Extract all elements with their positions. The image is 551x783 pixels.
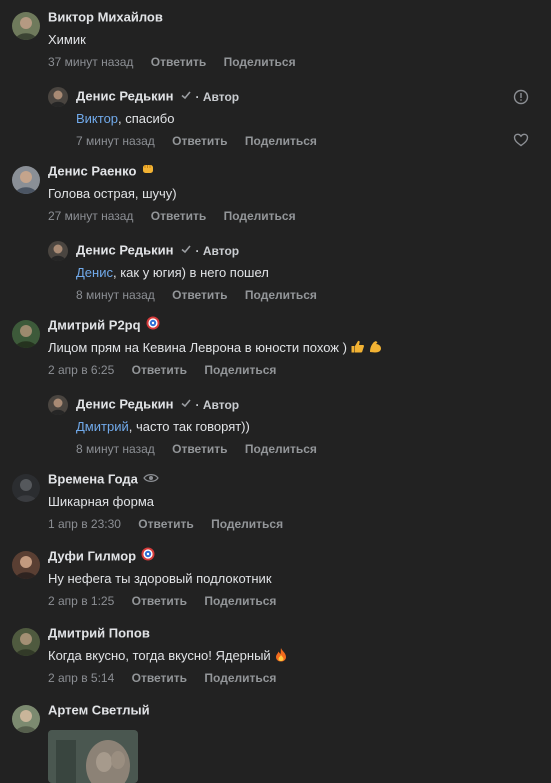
share-button[interactable]: Поделиться: [245, 134, 317, 148]
comment-text: Лицом прям на Кевина Леврона в юности по…: [48, 339, 551, 357]
reply-button[interactable]: Ответить: [138, 517, 193, 531]
avatar[interactable]: [12, 551, 40, 579]
comment-author[interactable]: Времена Года: [48, 470, 551, 488]
avatar[interactable]: [48, 395, 68, 415]
comment-author[interactable]: Денис Раенко: [48, 162, 551, 180]
flexed-biceps-emoji-icon: [368, 339, 383, 359]
comment-time[interactable]: 2 апр в 5:14: [48, 671, 114, 685]
comment-time[interactable]: 2 апр в 1:25: [48, 594, 114, 608]
mention-link[interactable]: Виктор: [76, 111, 118, 126]
comment-author[interactable]: Денис Редькин · Автор: [76, 87, 551, 105]
avatar[interactable]: [12, 628, 40, 656]
thumbs-up-emoji-icon: [350, 339, 365, 359]
reply-button[interactable]: Ответить: [132, 594, 187, 608]
like-heart-icon[interactable]: [513, 132, 529, 153]
comment-author[interactable]: Дуфи Гилмор: [48, 547, 551, 565]
verified-check-icon: [180, 242, 192, 260]
eye-emoji-icon: [143, 471, 159, 489]
comment-text: Дмитрий, часто так говорят)): [76, 419, 250, 434]
comment-time[interactable]: 27 минут назад: [48, 209, 133, 223]
share-button[interactable]: Поделиться: [224, 55, 296, 69]
avatar[interactable]: [12, 166, 40, 194]
reply-button[interactable]: Ответить: [132, 671, 187, 685]
verified-check-icon: [180, 396, 192, 414]
avatar[interactable]: [12, 320, 40, 348]
comment-author[interactable]: Артем Светлый: [48, 701, 551, 719]
comment-text: Денис, как у югия) в него пошел: [76, 265, 269, 280]
comment-author[interactable]: Денис Редькин · Автор: [76, 395, 551, 413]
avatar[interactable]: [12, 705, 40, 733]
share-button[interactable]: Поделиться: [245, 288, 317, 302]
fire-emoji-icon: [274, 647, 288, 667]
share-button[interactable]: Поделиться: [204, 594, 276, 608]
comment-time[interactable]: 37 минут назад: [48, 55, 133, 69]
captain-shield-emoji-icon: [146, 316, 160, 335]
captain-shield-emoji-icon: [141, 547, 155, 566]
share-button[interactable]: Поделиться: [204, 363, 276, 377]
reply-button[interactable]: Ответить: [172, 288, 227, 302]
avatar[interactable]: [48, 87, 68, 107]
share-button[interactable]: Поделиться: [245, 442, 317, 456]
comment-author[interactable]: Дмитрий Попов: [48, 624, 551, 642]
comment-author[interactable]: Денис Редькин · Автор: [76, 241, 551, 259]
comment-text: Химик: [48, 32, 86, 47]
mention-link[interactable]: Дмитрий: [76, 419, 129, 434]
comment-time[interactable]: 2 апр в 6:25: [48, 363, 114, 377]
comment-author[interactable]: Дмитрий P2pq: [48, 316, 551, 334]
mention-link[interactable]: Денис: [76, 265, 113, 280]
reply-button[interactable]: Ответить: [151, 55, 206, 69]
avatar[interactable]: [48, 241, 68, 261]
comment-text: Шикарная форма: [48, 494, 154, 509]
avatar[interactable]: [12, 474, 40, 502]
reply-button[interactable]: Ответить: [151, 209, 206, 223]
comment-time[interactable]: 8 минут назад: [76, 442, 155, 456]
reply-button[interactable]: Ответить: [172, 442, 227, 456]
comment-time[interactable]: 7 минут назад: [76, 134, 155, 148]
share-button[interactable]: Поделиться: [211, 517, 283, 531]
comment-text: Голова острая, шучу): [48, 186, 177, 201]
verified-check-icon: [180, 88, 192, 106]
share-button[interactable]: Поделиться: [224, 209, 296, 223]
comment-text: Виктор, спасибо: [76, 111, 175, 126]
avatar[interactable]: [12, 12, 40, 40]
share-button[interactable]: Поделиться: [204, 671, 276, 685]
comment-text: Ну нефега ты здоровый подлокотник: [48, 571, 272, 586]
report-icon[interactable]: [513, 89, 529, 110]
reply-button[interactable]: Ответить: [172, 134, 227, 148]
comment-author[interactable]: Виктор Михайлов: [48, 8, 551, 26]
fist-emoji-icon: [141, 162, 155, 181]
photo-attachment[interactable]: [48, 730, 138, 783]
reply-button[interactable]: Ответить: [132, 363, 187, 377]
comment-time[interactable]: 1 апр в 23:30: [48, 517, 121, 531]
author-role: · Автор: [195, 243, 240, 258]
comment-time[interactable]: 8 минут назад: [76, 288, 155, 302]
author-role: · Автор: [195, 397, 240, 412]
comment-text: Когда вкусно, тогда вкусно! Ядерный: [48, 647, 551, 665]
author-role: · Автор: [195, 89, 240, 104]
